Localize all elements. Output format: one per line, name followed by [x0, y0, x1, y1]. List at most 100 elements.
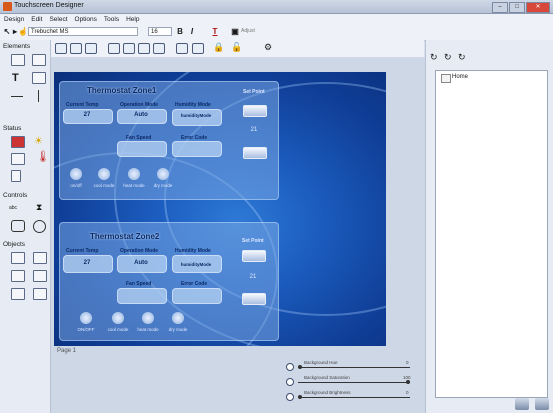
saturation-slider-row: Background Saturation 100 [286, 375, 418, 386]
zone1-setpoint-up-button[interactable] [243, 105, 267, 117]
upload-icon[interactable] [535, 398, 549, 410]
saturation-label: Background Saturation [304, 375, 350, 380]
brightness-label: Background Brightness [304, 390, 351, 395]
link-icon[interactable] [85, 43, 97, 54]
window-title: Touchscreen Designer [14, 2, 84, 9]
zone2-setpoint-down-button[interactable] [242, 293, 266, 305]
object-icon-1[interactable] [11, 252, 25, 264]
zone2-cool-icon[interactable] [112, 312, 124, 324]
font-family-select[interactable]: Trebuchet MS [28, 27, 138, 36]
zone2-mode-heat: heat mode [137, 327, 159, 332]
elements-header: Elements [3, 43, 31, 50]
menu-tools[interactable]: Tools [104, 14, 119, 25]
text-color-icon[interactable]: T [210, 27, 220, 37]
thermometer-icon[interactable]: 🌡 [36, 150, 50, 163]
zone2-power-icon[interactable] [80, 312, 92, 324]
menu-edit[interactable]: Edit [31, 14, 42, 25]
hline-element-icon[interactable] [11, 96, 23, 97]
hue-slider-row: Background Hue 0 [286, 360, 418, 371]
font-size-select[interactable]: 16 [148, 27, 172, 36]
status-header: Status [3, 125, 22, 132]
label-control-icon[interactable]: abc [9, 205, 17, 211]
hue-reset-icon[interactable] [286, 363, 294, 371]
zone2-setpoint-up-button[interactable] [242, 250, 266, 262]
zone1-mode-heat: heat mode [123, 183, 145, 188]
add-page-icon[interactable]: ↻ [430, 52, 438, 63]
zone1-power-icon[interactable] [70, 168, 82, 180]
object-icon-2[interactable] [33, 252, 47, 264]
object-icon-3[interactable] [11, 270, 25, 282]
picture-element-icon[interactable] [32, 72, 46, 84]
pan-icon[interactable]: ☝ [18, 27, 28, 37]
dial-control-icon[interactable] [33, 220, 46, 233]
close-button[interactable]: ✕ [526, 2, 550, 13]
tree-item-home[interactable]: Home [452, 74, 468, 80]
zone1-cool-icon[interactable] [98, 168, 110, 180]
object-icon-6[interactable] [33, 288, 47, 300]
design-canvas[interactable]: Thermostat Zone1 Current Temp Operation … [54, 72, 386, 346]
zone2-dry-icon[interactable] [172, 312, 184, 324]
zone2-fan-speed-label: Fan Speed [126, 281, 152, 287]
window-controls: – □ ✕ [492, 2, 550, 13]
zone2-error-code-label: Error Code [181, 281, 208, 287]
delete-page-icon[interactable]: ↻ [458, 52, 466, 63]
saturation-thumb[interactable] [406, 380, 410, 384]
frame-element-icon[interactable] [32, 54, 46, 66]
zone1-setpoint-down-button[interactable] [243, 147, 267, 159]
zone2-mode-cool: cool mode [107, 327, 129, 332]
maximize-button[interactable]: □ [509, 2, 525, 13]
zone2-setpoint-value: 21 [249, 274, 257, 280]
zone1-mode-onoff: on/off [70, 183, 82, 188]
minimize-button[interactable]: – [492, 2, 508, 13]
zone1-error-code-field [172, 141, 222, 157]
brightness-thumb[interactable] [298, 395, 302, 399]
zone1-heat-icon[interactable] [128, 168, 140, 180]
menu-select[interactable]: Select [49, 14, 67, 25]
align-right-icon[interactable] [138, 43, 150, 54]
text-element-icon[interactable]: T [12, 72, 19, 84]
app-icon [3, 2, 12, 11]
arrange-icon[interactable] [192, 43, 204, 54]
align-icon[interactable]: ▣ [230, 27, 240, 37]
lock-icon[interactable]: 🔒 [213, 42, 224, 53]
zone2-heat-icon[interactable] [142, 312, 154, 324]
bulb-icon[interactable]: ☀ [34, 136, 43, 147]
zone2-setpoint-label: Set Point [242, 238, 264, 244]
calendar-icon[interactable] [11, 136, 25, 148]
layout-toolbar: 🔒 🔓 ⚙ [51, 40, 424, 57]
controls-header: Controls [3, 192, 28, 199]
saturation-reset-icon[interactable] [286, 378, 294, 386]
group-icon[interactable] [55, 43, 67, 54]
hue-thumb[interactable] [298, 365, 302, 369]
slider-control-icon[interactable]: ⧗ [36, 202, 42, 213]
grid-status-icon[interactable] [11, 170, 21, 182]
align-label[interactable]: Adjust [241, 28, 255, 34]
object-icon-5[interactable] [11, 288, 25, 300]
zone1-dry-icon[interactable] [157, 168, 169, 180]
image-element-icon[interactable] [11, 54, 25, 66]
left-panel: Elements T Status ☀ 🌡 Controls abc ⧗ Obj… [0, 40, 51, 413]
brightness-reset-icon[interactable] [286, 393, 294, 401]
object-icon-4[interactable] [33, 270, 47, 282]
align-top-icon[interactable] [153, 43, 165, 54]
vline-element-icon[interactable] [38, 90, 39, 102]
align-center-icon[interactable] [123, 43, 135, 54]
export-icon[interactable] [515, 398, 529, 410]
grid-icon[interactable] [176, 43, 188, 54]
menu-help[interactable]: Help [126, 14, 139, 25]
unlock-icon[interactable]: 🔓 [231, 42, 242, 53]
copy-page-icon[interactable]: ↻ [444, 52, 452, 63]
settings-icon[interactable]: ⚙ [264, 42, 272, 53]
display-icon[interactable] [11, 153, 25, 165]
menu-options[interactable]: Options [75, 14, 97, 25]
title-bar: Touchscreen Designer – □ ✕ [0, 0, 553, 14]
italic-button[interactable]: I [187, 27, 197, 37]
zone1-operation-mode-value: Auto [134, 112, 148, 118]
ungroup-icon[interactable] [70, 43, 82, 54]
zone1-setpoint-value: 21 [250, 127, 258, 133]
button-control-icon[interactable] [11, 220, 25, 232]
zone2-error-code-field [172, 288, 222, 304]
align-left-icon[interactable] [108, 43, 120, 54]
menu-design[interactable]: Design [4, 14, 24, 25]
bold-button[interactable]: B [175, 27, 185, 37]
